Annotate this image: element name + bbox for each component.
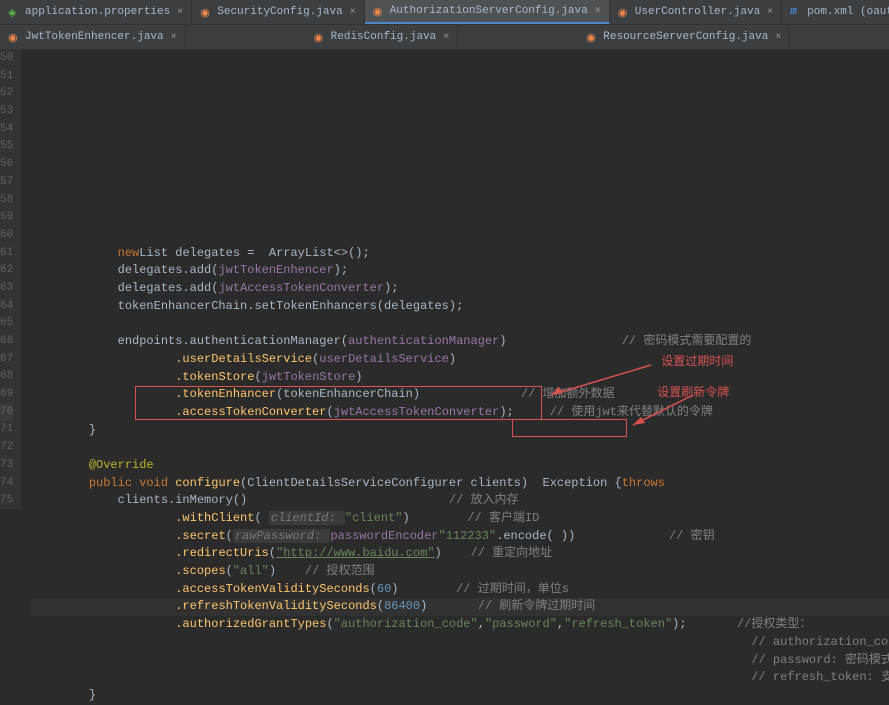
code-line[interactable]: } [31, 422, 889, 440]
tab-label: SecurityConfig.java [217, 6, 342, 18]
line-number: 69 [0, 386, 13, 404]
line-number: 66 [0, 333, 13, 351]
close-icon[interactable]: × [595, 6, 601, 17]
line-number: 51 [0, 68, 13, 86]
editor-tabs-row-1: ◈application.properties×◉SecurityConfig.… [0, 0, 889, 25]
line-number: 53 [0, 103, 13, 121]
editor-tab[interactable]: ◈application.properties× [0, 0, 192, 24]
code-line[interactable]: newList delegates = ArrayList<>(); [31, 245, 889, 263]
line-number: 65 [0, 315, 13, 333]
code-line[interactable]: .authorizedGrantTypes("authorization_cod… [31, 616, 889, 634]
line-number: 58 [0, 192, 13, 210]
editor-tab[interactable]: ◉UserController.java× [610, 0, 782, 24]
line-number: 55 [0, 138, 13, 156]
code-line[interactable] [31, 315, 889, 333]
close-icon[interactable]: × [350, 7, 356, 18]
code-line[interactable]: @Override [31, 457, 889, 475]
line-number: 64 [0, 298, 13, 316]
line-number: 67 [0, 351, 13, 369]
code-line[interactable]: .scopes("all") // 授权范围 [31, 563, 889, 581]
code-line[interactable]: .redirectUris("http://www.baidu.com") //… [31, 545, 889, 563]
line-number: 56 [0, 156, 13, 174]
close-icon[interactable]: × [443, 32, 449, 43]
tab-label: RedisConfig.java [331, 31, 437, 43]
line-number: 57 [0, 174, 13, 192]
code-content[interactable]: 设置过期时间 设置刷新令牌 newList delegates = ArrayL… [21, 50, 889, 509]
editor-tabs-row-2: ◉JwtTokenEnhencer.java×◉RedisConfig.java… [0, 25, 889, 50]
tab-label: application.properties [25, 6, 170, 18]
tab-label: pom.xml (oauth) [807, 6, 889, 18]
code-line[interactable]: .accessTokenConverter(jwtAccessTokenConv… [31, 404, 889, 422]
line-number: 75 [0, 492, 13, 510]
tab-label: ResourceServerConfig.java [603, 31, 768, 43]
code-line[interactable]: .withClient( clientId: "client") // 客户端I… [31, 510, 889, 528]
line-number: 74 [0, 475, 13, 493]
editor-area: 5051525354555657585960616263↑O @64656667… [0, 50, 889, 509]
line-number: 63 [0, 280, 13, 298]
code-line[interactable]: tokenEnhancerChain.setTokenEnhancers(del… [31, 298, 889, 316]
code-line[interactable]: // refresh_token: 支持刷新令牌 [31, 669, 889, 687]
code-line[interactable]: // password: 密码模式 [31, 652, 889, 670]
line-number: 52 [0, 85, 13, 103]
line-number: 73 [0, 457, 13, 475]
tab-label: AuthorizationServerConfig.java [390, 5, 588, 17]
editor-tab[interactable]: ◉AuthorizationServerConfig.java× [365, 0, 610, 24]
line-number: 71 [0, 421, 13, 439]
tab-label: UserController.java [635, 6, 760, 18]
line-number: 62 [0, 262, 13, 280]
line-number: 54 [0, 121, 13, 139]
code-line[interactable] [31, 439, 889, 457]
code-line[interactable]: } [31, 687, 889, 705]
editor-tab[interactable]: ◉SecurityConfig.java× [192, 0, 364, 24]
code-line[interactable]: endpoints.authenticationManager(authenti… [31, 333, 889, 351]
close-icon[interactable]: × [775, 32, 781, 43]
editor-tab[interactable]: ◉RedisConfig.java× [306, 25, 459, 49]
code-line[interactable]: // authorization_code: 授权码模式 [31, 634, 889, 652]
code-line[interactable]: delegates.add(jwtTokenEnhencer); [31, 262, 889, 280]
close-icon[interactable]: × [177, 7, 183, 18]
line-number: 59 [0, 209, 13, 227]
code-line[interactable]: .tokenEnhancer(tokenEnhancerChain) // 增加… [31, 386, 889, 404]
close-icon[interactable]: × [171, 32, 177, 43]
tab-label: JwtTokenEnhencer.java [25, 31, 164, 43]
line-number: 70 [0, 404, 13, 422]
editor-tab[interactable]: ◉JwtTokenEnhencer.java× [0, 25, 186, 49]
editor-tab[interactable]: ◉ResourceServerConfig.java× [578, 25, 790, 49]
code-line[interactable]: .userDetailsService(userDetailsService) [31, 351, 889, 369]
code-line[interactable]: public void configure(ClientDetailsServi… [31, 475, 889, 493]
code-line[interactable]: clients.inMemory() // 放入内存 [31, 492, 889, 510]
line-number: 68 [0, 368, 13, 386]
line-number: 61 [0, 245, 13, 263]
code-line[interactable]: delegates.add(jwtAccessTokenConverter); [31, 280, 889, 298]
editor-tab[interactable]: mpom.xml (oauth)× [782, 0, 889, 24]
code-line[interactable]: .tokenStore(jwtTokenStore) [31, 369, 889, 387]
line-number: 50 [0, 50, 13, 68]
line-number-gutter: 5051525354555657585960616263↑O @64656667… [0, 50, 21, 509]
close-icon[interactable]: × [767, 7, 773, 18]
line-number: 60 [0, 227, 13, 245]
code-line[interactable]: .refreshTokenValiditySeconds(86400) // 刷… [31, 598, 889, 616]
code-line[interactable]: .secret(rawPassword: passwordEncoder"112… [31, 528, 889, 546]
line-number: 72 [0, 439, 13, 457]
code-line[interactable]: .accessTokenValiditySeconds(60) // 过期时间，… [31, 581, 889, 599]
